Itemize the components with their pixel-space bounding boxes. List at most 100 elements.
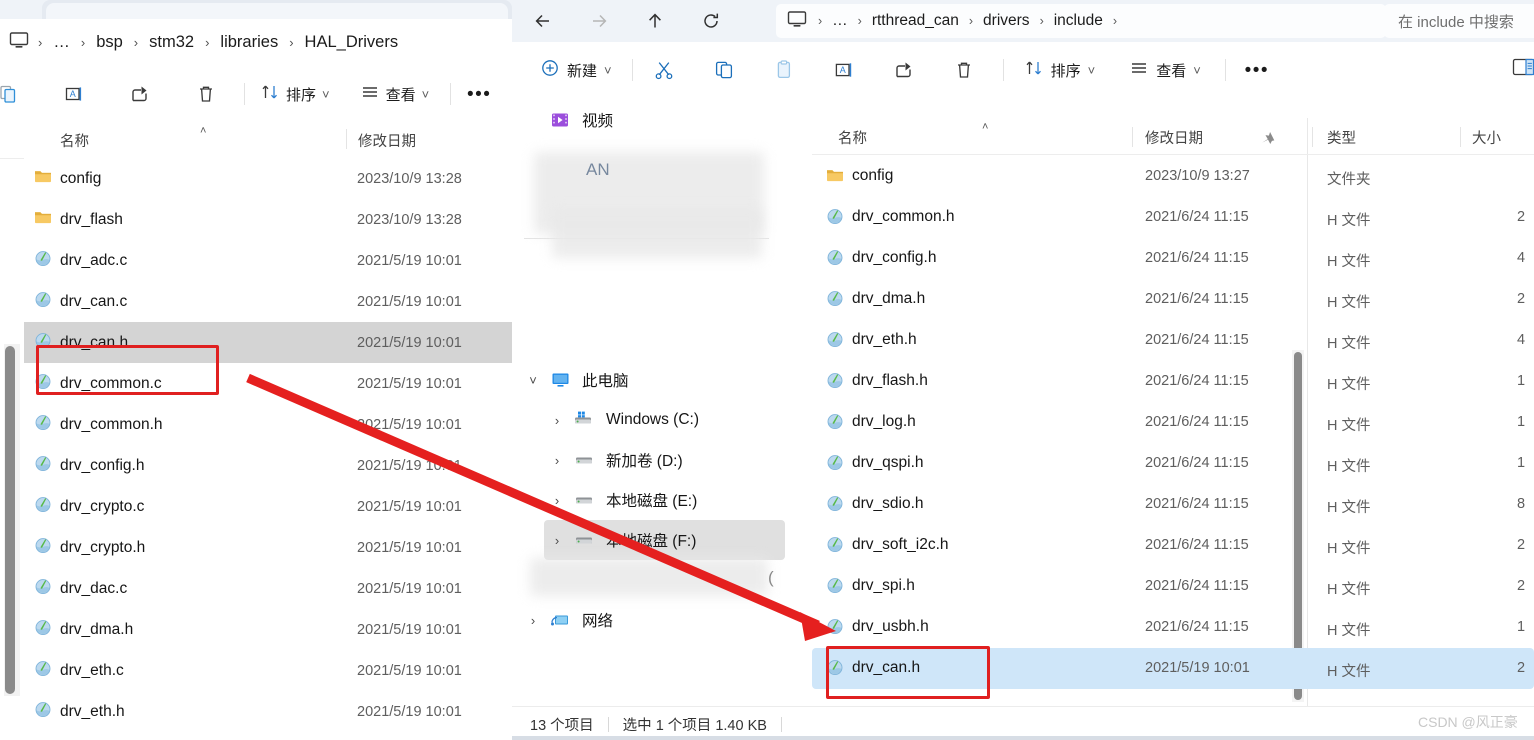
- sidebar-item[interactable]: › 本地磁盘 (F:): [544, 520, 785, 560]
- column-header-size[interactable]: 大小: [1472, 120, 1501, 154]
- more-options-button[interactable]: •••: [1236, 53, 1278, 87]
- table-row[interactable]: drv_config.h 2021/5/19 10:01: [24, 445, 512, 486]
- table-row[interactable]: drv_dma.h 2021/6/24 11:15 H 文件 2: [812, 279, 1534, 320]
- rename-button[interactable]: A: [52, 77, 96, 111]
- sort-button[interactable]: 排序 ˅: [1014, 53, 1106, 87]
- this-pc-icon[interactable]: [786, 8, 808, 35]
- table-row[interactable]: drv_log.h 2021/6/24 11:15 H 文件 1: [812, 402, 1534, 443]
- address-overflow[interactable]: …: [824, 9, 856, 33]
- delete-button[interactable]: [943, 53, 985, 87]
- file-name: drv_soft_i2c.h: [852, 536, 949, 553]
- breadcrumb-item-bsp[interactable]: bsp: [87, 30, 132, 55]
- address-separator: ›: [968, 14, 974, 28]
- table-row[interactable]: drv_can.h 2021/5/19 10:01 H 文件 2: [812, 648, 1534, 689]
- file-date: 2021/6/24 11:15: [1145, 619, 1249, 635]
- search-input[interactable]: 在 include 中搜索: [1384, 4, 1534, 38]
- table-row[interactable]: drv_usbh.h 2021/6/24 11:15 H 文件 1: [812, 607, 1534, 648]
- table-row[interactable]: drv_qspi.h 2021/6/24 11:15 H 文件 1: [812, 443, 1534, 484]
- table-row[interactable]: drv_flash 2023/10/9 13:28: [24, 199, 512, 240]
- table-row[interactable]: drv_crypto.c 2021/5/19 10:01: [24, 486, 512, 527]
- table-row[interactable]: drv_dac.c 2021/5/19 10:01: [24, 568, 512, 609]
- back-button[interactable]: [526, 5, 560, 37]
- refresh-button[interactable]: [694, 5, 728, 37]
- share-button[interactable]: [883, 53, 925, 87]
- paste-button[interactable]: [763, 53, 805, 87]
- column-header-date[interactable]: 修改日期: [358, 122, 416, 158]
- delete-button[interactable]: [184, 77, 228, 111]
- table-row[interactable]: drv_common.c 2021/5/19 10:01: [24, 363, 512, 404]
- toolbar-divider: [244, 83, 245, 105]
- file-name: drv_eth.c: [60, 661, 124, 679]
- table-row[interactable]: drv_can.c 2021/5/19 10:01: [24, 281, 512, 322]
- this-pc-icon[interactable]: [8, 29, 30, 56]
- item-count-label: 13 个项目: [530, 717, 594, 734]
- share-button[interactable]: [118, 77, 162, 111]
- table-row[interactable]: drv_common.h 2021/6/24 11:15 H 文件 2: [812, 197, 1534, 238]
- sidebar-item[interactable]: › Windows (C:): [544, 400, 785, 440]
- file-date: 2023/10/9 13:28: [357, 170, 462, 187]
- details-pane-button[interactable]: [1512, 50, 1534, 84]
- file-date: 2021/6/24 11:15: [1145, 373, 1249, 389]
- more-options-button[interactable]: •••: [457, 77, 501, 111]
- table-row[interactable]: drv_eth.c 2021/5/19 10:01: [24, 650, 512, 691]
- table-row[interactable]: drv_eth.h 2021/6/24 11:15 H 文件 4: [812, 320, 1534, 361]
- address-item-drivers[interactable]: drivers: [975, 9, 1038, 33]
- table-row[interactable]: drv_flash.h 2021/6/24 11:15 H 文件 1: [812, 361, 1534, 402]
- table-row[interactable]: drv_eth.h 2021/5/19 10:01: [24, 691, 512, 732]
- expander-icon[interactable]: ›: [544, 453, 570, 468]
- table-row[interactable]: config 2023/10/9 13:27 文件夹: [812, 156, 1534, 197]
- breadcrumb-overflow[interactable]: …: [44, 30, 79, 55]
- up-button[interactable]: [638, 5, 672, 37]
- cut-button[interactable]: [643, 53, 685, 87]
- sort-button[interactable]: 排序 ˅: [251, 77, 339, 111]
- table-row[interactable]: drv_common.h 2021/5/19 10:01: [24, 404, 512, 445]
- address-bar[interactable]: › … › rtthread_can › drivers › include ›: [776, 4, 1386, 38]
- table-row[interactable]: drv_spi.h 2021/6/24 11:15 H 文件 2: [812, 566, 1534, 607]
- copy-button[interactable]: [703, 53, 745, 87]
- right-file-list[interactable]: config 2023/10/9 13:27 文件夹 drv_common.h 2021…: [812, 156, 1534, 706]
- breadcrumb-item-hal-drivers[interactable]: HAL_Drivers: [296, 30, 408, 55]
- file-name: drv_eth.h: [60, 702, 125, 720]
- sidebar-item[interactable]: › 新加卷 (D:): [544, 440, 785, 480]
- sidebar-item[interactable]: › 本地磁盘 (E:): [544, 480, 785, 520]
- table-row[interactable]: drv_soft_i2c.h 2021/6/24 11:15 H 文件 2: [812, 525, 1534, 566]
- folder-icon: [34, 167, 52, 190]
- file-date: 2021/6/24 11:15: [1145, 414, 1249, 430]
- source-file-icon: [34, 413, 52, 436]
- address-item-include[interactable]: include: [1046, 9, 1111, 33]
- rename-button[interactable]: A: [823, 53, 865, 87]
- paste-button[interactable]: [0, 77, 30, 111]
- breadcrumb-item-stm32[interactable]: stm32: [140, 30, 203, 55]
- breadcrumb-item-libraries[interactable]: libraries: [211, 30, 287, 55]
- sidebar-item[interactable]: ˅ 此电脑: [520, 360, 785, 400]
- column-header-name[interactable]: 名称: [60, 122, 89, 158]
- left-file-list[interactable]: config 2023/10/9 13:28 drv_flash 2023/10/9 …: [24, 158, 512, 740]
- expander-icon[interactable]: ›: [544, 413, 570, 428]
- view-button[interactable]: 查看 ˅: [351, 77, 439, 111]
- table-row[interactable]: drv_can.h 2021/5/19 10:01: [24, 322, 512, 363]
- source-file-icon: [826, 371, 844, 394]
- table-row[interactable]: drv_crypto.h 2021/5/19 10:01: [24, 527, 512, 568]
- column-header-name[interactable]: 名称: [838, 120, 867, 154]
- source-file-icon: [34, 495, 52, 518]
- expander-icon[interactable]: ›: [544, 493, 570, 508]
- table-row[interactable]: config 2023/10/9 13:28: [24, 158, 512, 199]
- sidebar-item[interactable]: 视频: [520, 100, 785, 140]
- file-date: 2021/6/24 11:15: [1145, 332, 1249, 348]
- column-header-date[interactable]: 修改日期: [1145, 120, 1203, 154]
- new-label: 新建: [567, 62, 598, 80]
- new-button[interactable]: 新建 ˅: [530, 53, 622, 87]
- left-scrollbar-thumb[interactable]: [5, 346, 15, 694]
- address-item-rtthread-can[interactable]: rtthread_can: [864, 9, 967, 33]
- expander-icon[interactable]: ˅: [520, 373, 546, 388]
- expander-icon[interactable]: ›: [544, 533, 570, 548]
- drive-icon: [570, 452, 598, 468]
- table-row[interactable]: drv_config.h 2021/6/24 11:15 H 文件 4: [812, 238, 1534, 279]
- view-button[interactable]: 查看 ˅: [1119, 53, 1211, 87]
- table-row[interactable]: drv_sdio.h 2021/6/24 11:15 H 文件 8: [812, 484, 1534, 525]
- table-row[interactable]: drv_dma.h 2021/5/19 10:01: [24, 609, 512, 650]
- table-row[interactable]: drv_adc.c 2021/5/19 10:01: [24, 240, 512, 281]
- column-header-type[interactable]: 类型: [1327, 120, 1356, 154]
- expander-icon[interactable]: ›: [520, 613, 546, 628]
- sidebar-item[interactable]: › 网络: [520, 600, 785, 640]
